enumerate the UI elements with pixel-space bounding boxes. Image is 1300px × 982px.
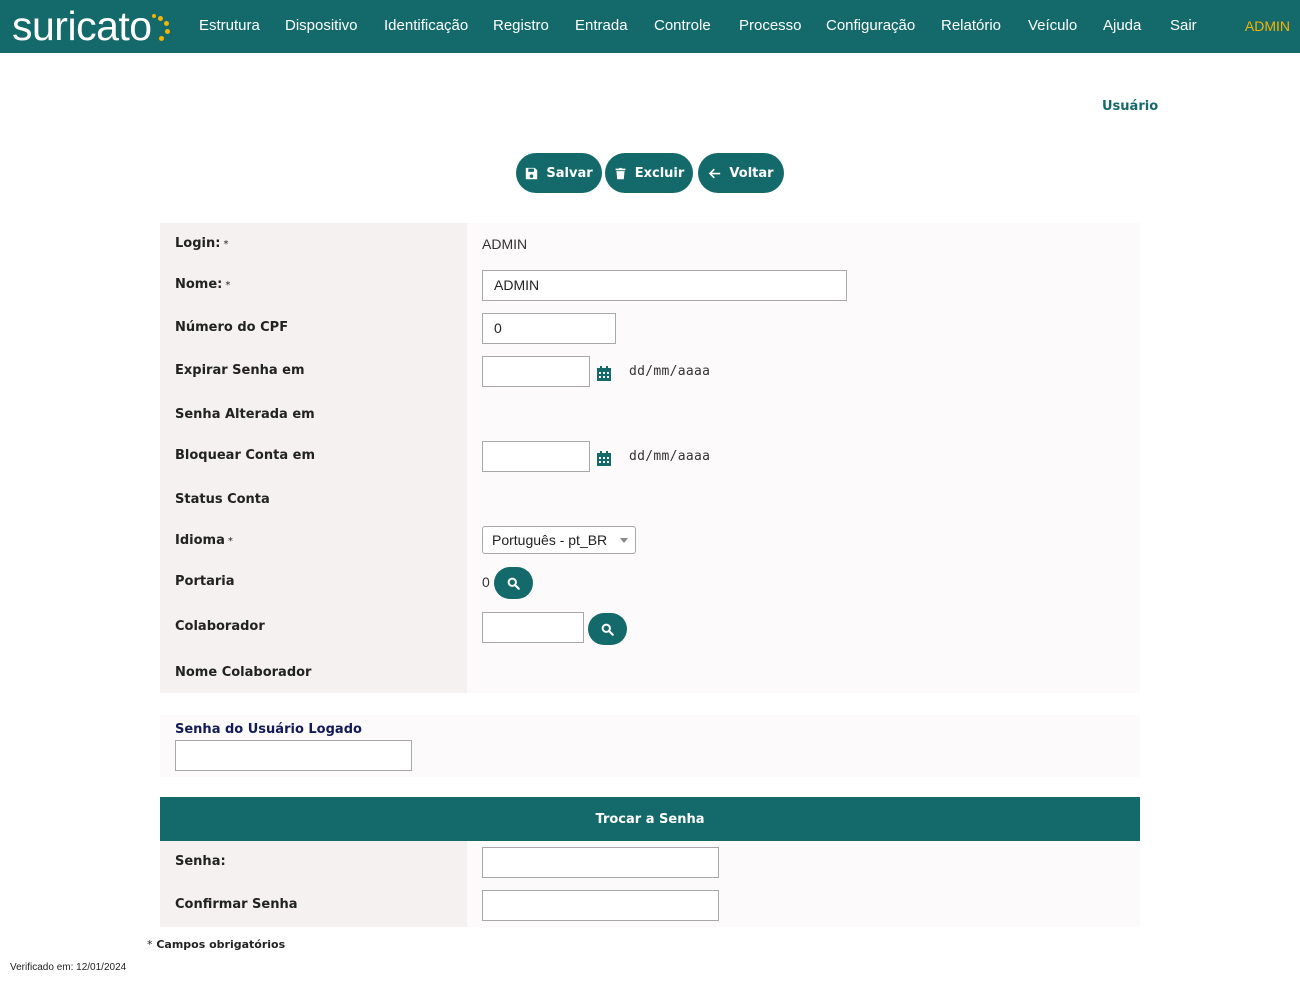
colaborador-search-button[interactable] — [588, 613, 627, 645]
floppy-disk-icon — [526, 167, 538, 179]
search-icon — [601, 623, 614, 636]
menu-dispositivo[interactable]: Dispositivo — [285, 17, 358, 34]
change-password-header: Trocar a Senha — [160, 797, 1140, 841]
menu-sair[interactable]: Sair — [1170, 17, 1197, 34]
nome-input[interactable]: ADMIN — [482, 270, 847, 301]
save-button-label: Salvar — [546, 165, 593, 181]
top-navbar: suricato Estrutura Dispositivo Identific… — [0, 0, 1300, 53]
menu-controle[interactable]: Controle — [654, 17, 711, 34]
menu-ajuda[interactable]: Ajuda — [1103, 17, 1141, 34]
bloquear-conta-hint: dd/mm/aaaa — [629, 449, 711, 464]
idioma-select[interactable]: Português - pt_BR — [482, 526, 636, 554]
portaria-label: Portaria — [175, 574, 235, 589]
portaria-search-button[interactable] — [494, 567, 533, 599]
menu-registro[interactable]: Registro — [493, 17, 549, 34]
expirar-senha-label: Expirar Senha em — [175, 363, 305, 378]
suricato-logo[interactable]: suricato — [12, 2, 170, 50]
logo-dots-icon — [150, 6, 170, 46]
confirmar-senha-input[interactable] — [482, 890, 719, 921]
save-button[interactable]: Salvar — [516, 153, 602, 193]
senha-input[interactable] — [482, 847, 719, 878]
idioma-label: Idioma * — [175, 533, 233, 548]
delete-button[interactable]: Excluir — [605, 153, 693, 193]
nome-label: Nome: * — [175, 277, 231, 292]
cpf-input[interactable]: 0 — [482, 313, 616, 344]
menu-identificacao[interactable]: Identificação — [384, 17, 468, 34]
menu-relatorio[interactable]: Relatório — [941, 17, 1001, 34]
logo-text: suricato — [12, 2, 152, 49]
calendar-icon[interactable] — [597, 366, 611, 381]
dropdown-arrow-icon — [620, 538, 628, 543]
delete-button-label: Excluir — [634, 165, 685, 181]
menu-processo[interactable]: Processo — [739, 17, 802, 34]
colaborador-label: Colaborador — [175, 619, 265, 634]
logged-password-label: Senha do Usuário Logado — [175, 722, 362, 737]
bloquear-conta-input[interactable] — [482, 441, 590, 472]
trash-icon — [615, 167, 626, 179]
nome-colaborador-label: Nome Colaborador — [175, 665, 312, 680]
page-title: Usuário — [1102, 99, 1159, 114]
senha-label: Senha: — [175, 854, 226, 869]
colaborador-input[interactable] — [482, 612, 584, 643]
cpf-label: Número do CPF — [175, 320, 289, 335]
senha-alterada-label: Senha Alterada em — [175, 407, 315, 422]
verified-date: Verificado em: 12/01/2024 — [10, 962, 127, 973]
expirar-senha-input[interactable] — [482, 356, 590, 387]
current-user[interactable]: ADMIN — [1245, 18, 1290, 34]
arrow-left-icon — [709, 168, 721, 178]
search-icon — [507, 577, 520, 590]
back-button-label: Voltar — [729, 165, 774, 181]
expirar-senha-hint: dd/mm/aaaa — [629, 364, 711, 379]
login-value: ADMIN — [482, 236, 528, 252]
logged-password-input[interactable] — [175, 740, 412, 771]
menu-veiculo[interactable]: Veículo — [1028, 17, 1077, 34]
menu-configuracao[interactable]: Configuração — [826, 17, 915, 34]
login-label: Login: * — [175, 236, 229, 251]
confirmar-senha-label: Confirmar Senha — [175, 897, 298, 912]
menu-entrada[interactable]: Entrada — [575, 17, 628, 34]
portaria-value: 0 — [482, 574, 490, 590]
bloquear-conta-label: Bloquear Conta em — [175, 448, 315, 463]
menu-estrutura[interactable]: Estrutura — [199, 17, 260, 34]
back-button[interactable]: Voltar — [698, 153, 784, 193]
required-fields-note: * Campos obrigatórios — [147, 938, 286, 951]
idioma-selected-value: Português - pt_BR — [492, 532, 608, 548]
status-conta-label: Status Conta — [175, 492, 270, 507]
calendar-icon[interactable] — [597, 451, 611, 466]
